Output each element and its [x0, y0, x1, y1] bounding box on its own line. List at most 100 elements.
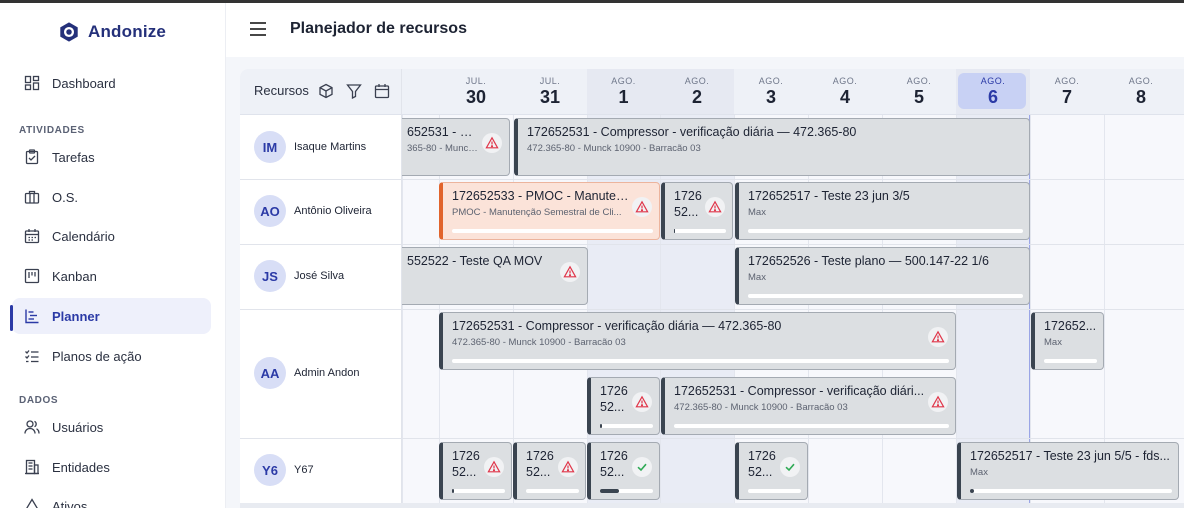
section-dados: DADOS [19, 395, 59, 406]
sidebar-item-label: Entidades [52, 459, 110, 475]
task-title: 1726 52... [748, 449, 776, 479]
done-badge [632, 457, 652, 477]
day-header-today[interactable]: AGO. 6 [956, 69, 1030, 115]
sidebar-item-ativos[interactable]: Ativos [12, 488, 211, 508]
task-subtitle: Max [748, 207, 766, 218]
task-card[interactable]: 172652517 - Teste 23 jun 5/5 - fds... Ma… [957, 442, 1179, 500]
task-card[interactable]: 1726 52... [661, 182, 733, 240]
day-header[interactable]: AGO. 8 [1104, 69, 1178, 115]
warning-icon [635, 200, 649, 213]
resource-planner: Recursos JUL. 30 JUL. 31 AGO. 1 AGO. 2 A… [240, 69, 1184, 508]
task-card[interactable]: 1726 52... [513, 442, 586, 500]
task-title: 1726 52... [600, 384, 628, 414]
warning-badge [632, 197, 652, 217]
warning-icon [487, 460, 501, 473]
task-card-alert[interactable]: 172652533 - PMOC - Manuten... PMOC - Man… [439, 182, 660, 240]
sidebar-item-dashboard[interactable]: Dashboard [12, 65, 211, 101]
calendar-icon [24, 229, 40, 244]
day-header[interactable]: AGO. 4 [808, 69, 882, 115]
task-card[interactable]: 1726 52... [587, 377, 660, 435]
task-card[interactable]: 172652... Max [1031, 312, 1104, 370]
task-progress [600, 424, 653, 428]
filter-icon[interactable] [346, 83, 362, 99]
active-indicator [10, 305, 13, 331]
task-title: 172652526 - Teste plano — 500.147-22 1/6 [748, 254, 989, 268]
warning-icon [931, 330, 945, 343]
day-header[interactable]: AGO. 1 [587, 69, 660, 115]
task-progress [1044, 359, 1097, 363]
hamburger-menu-icon[interactable] [248, 20, 268, 38]
resource-row[interactable]: AO Antônio Oliveira [240, 180, 402, 244]
task-card[interactable]: 1726 52... [735, 442, 808, 500]
task-progress [674, 424, 949, 428]
sidebar-item-label: Usuários [52, 419, 104, 435]
task-card[interactable]: 172652531 - Compressor - verificação diá… [661, 377, 956, 435]
task-title: 652531 - Co... [407, 125, 479, 139]
day-number: 4 [839, 87, 850, 107]
task-subtitle: 472.365-80 - Munck 10900 - Barracão 03 [674, 402, 848, 413]
page-title: Planejador de recursos [290, 20, 467, 37]
day-month: AGO. [832, 76, 858, 86]
sidebar-item-label: Ativos [52, 498, 88, 508]
task-title: 1726 52... [674, 189, 702, 219]
task-progress-fill [600, 424, 602, 428]
avatar: JS [254, 260, 286, 292]
day-month: JUL. [465, 76, 487, 86]
day-header[interactable]: JUL. 30 [439, 69, 513, 115]
andonize-logo-icon [60, 22, 78, 42]
task-card[interactable]: 1726 52... [587, 442, 660, 500]
warning-icon [708, 200, 722, 213]
kanban-icon [24, 268, 40, 284]
warning-badge [560, 262, 580, 282]
sidebar-item-planner[interactable]: Planner [12, 298, 211, 334]
sidebar-item-entidades[interactable]: Entidades [12, 449, 211, 485]
day-header[interactable]: AGO. 2 [660, 69, 734, 115]
cube-icon[interactable] [318, 83, 334, 99]
task-card[interactable]: 172652517 - Teste 23 jun 3/5 Max [735, 182, 1030, 240]
task-title: 552522 - Teste QA MOV [407, 254, 543, 268]
task-card[interactable]: 172652531 - Compressor - verificação diá… [439, 312, 956, 370]
warning-icon [485, 136, 499, 149]
resource-row[interactable]: Y6 Y67 [240, 439, 402, 508]
sidebar-item-usuarios[interactable]: Usuários [12, 409, 211, 445]
row-separator [240, 244, 1184, 245]
avatar: AA [254, 357, 286, 389]
done-badge [780, 457, 800, 477]
day-header[interactable]: AGO. 7 [1030, 69, 1104, 115]
task-progress [748, 294, 1023, 298]
task-progress-fill [452, 489, 455, 493]
sidebar-item-label: Planner [52, 308, 100, 324]
calendar-icon[interactable] [374, 83, 390, 99]
resource-row[interactable]: IM Isaque Martins [240, 115, 402, 179]
sidebar-item-tarefas[interactable]: Tarefas [12, 139, 211, 175]
task-card[interactable]: 1726 52... [439, 442, 512, 500]
resource-name: Admin Andon [294, 367, 360, 379]
day-number: 30 [465, 87, 487, 107]
task-card[interactable]: 172652531 - Compressor - verificação diá… [514, 118, 1030, 176]
sidebar-item-planos-de-acao[interactable]: Planos de ação [12, 338, 211, 374]
brand[interactable]: Andonize [58, 21, 166, 43]
avatar: IM [254, 131, 286, 163]
building-icon [25, 459, 39, 475]
task-title: 172652517 - Teste 23 jun 5/5 - fds... [970, 449, 1170, 463]
resource-row[interactable]: AA Admin Andon [240, 310, 402, 438]
day-number: 2 [691, 87, 702, 107]
day-header[interactable]: AGO. 3 [734, 69, 808, 115]
resource-row[interactable]: JS José Silva [240, 245, 402, 309]
task-card[interactable]: 652531 - Co... 365-80 - Munck ... [402, 118, 510, 176]
task-progress-fill [600, 489, 619, 493]
day-header-partial [1178, 69, 1184, 115]
avatar: Y6 [254, 454, 286, 486]
task-title: 172652531 - Compressor - verificação diá… [674, 384, 925, 398]
sidebar-item-kanban[interactable]: Kanban [12, 258, 211, 294]
day-number: 5 [913, 87, 924, 107]
day-header[interactable]: AGO. 5 [882, 69, 956, 115]
sidebar-item-label: Planos de ação [52, 348, 142, 364]
task-card[interactable]: 552522 - Teste QA MOV [402, 247, 588, 305]
sidebar-item-os[interactable]: O.S. [12, 179, 211, 215]
day-header[interactable]: JUL. 31 [513, 69, 587, 115]
task-progress [674, 229, 726, 233]
sidebar-item-calendario[interactable]: Calendário [12, 218, 211, 254]
day-month: AGO. [1054, 76, 1080, 86]
task-card[interactable]: 172652526 - Teste plano — 500.147-22 1/6… [735, 247, 1030, 305]
